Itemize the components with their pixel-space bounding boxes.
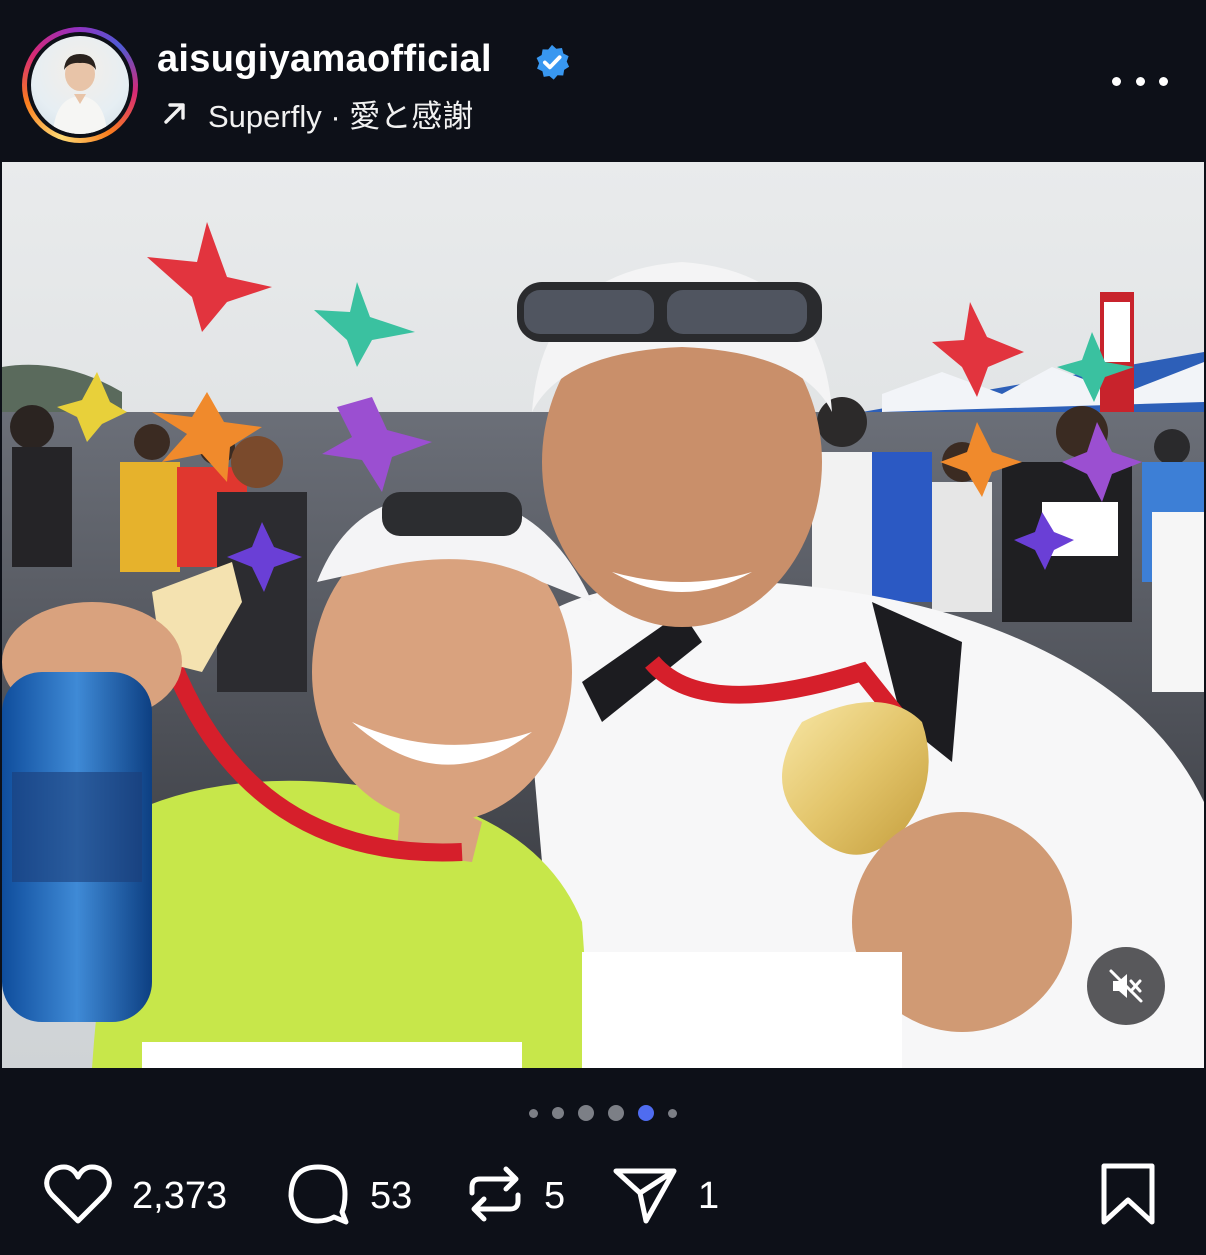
more-horizontal-icon [1112,76,1121,86]
audio-label: Superfly · 愛と感謝 [208,98,474,134]
post-header: aisugiyamaofficial Superfly · 愛と感謝 [0,0,1206,162]
carousel-dot-active [638,1105,654,1121]
audio-attribution[interactable]: Superfly · 愛と感謝 [160,93,474,134]
carousel-dot [552,1107,564,1119]
heart-icon [44,1163,112,1230]
username[interactable]: aisugiyamaofficial [157,38,492,81]
carousel-dot [578,1105,594,1121]
send-icon [612,1163,678,1230]
carousel-dot [668,1108,677,1118]
carousel-pager [0,1102,1206,1124]
save-button[interactable] [1100,1160,1156,1232]
story-ring[interactable] [22,27,138,143]
repost-count: 5 [544,1174,566,1217]
repost-icon [466,1163,524,1230]
arrow-up-right-icon [160,98,190,128]
comment-count: 53 [370,1174,413,1217]
like-button[interactable]: 2,373 [44,1160,227,1232]
share-button[interactable]: 1 [612,1160,719,1232]
share-count: 1 [698,1174,720,1217]
post-actions-bar: 2,373 53 5 1 [0,1160,1206,1232]
like-count: 2,373 [132,1174,228,1217]
post-media-photo[interactable] [2,162,1204,1068]
verified-badge-icon [533,43,571,81]
repost-button[interactable]: 5 [466,1160,565,1232]
comment-icon [286,1162,350,1231]
speaker-muted-icon [1107,967,1145,1005]
carousel-dot [608,1105,624,1121]
avatar[interactable] [31,36,129,134]
comment-button[interactable]: 53 [286,1160,412,1232]
bookmark-icon [1100,1162,1156,1231]
mute-toggle-button[interactable] [1087,947,1165,1025]
carousel-dot [529,1108,538,1118]
more-options-button[interactable] [1112,66,1168,96]
